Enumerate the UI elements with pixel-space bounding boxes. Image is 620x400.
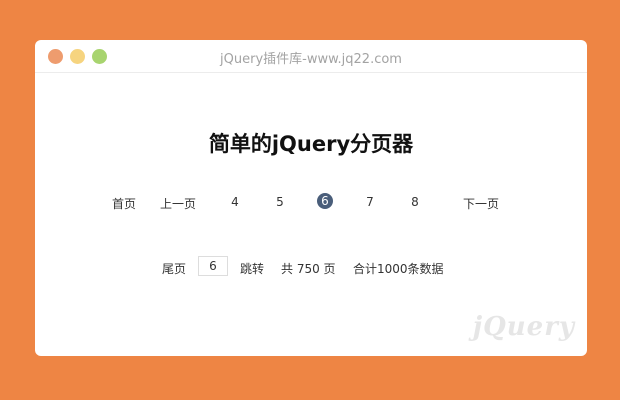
total-pages-text: 共 750 页 [281,262,336,276]
first-page-link[interactable]: 首页 [112,195,136,212]
window-title: jQuery插件库-www.jq22.com [220,52,402,67]
total-records-text: 合计1000条数据 [353,262,444,276]
browser-window: jQuery插件库-www.jq22.com 简单的jQuery分页器 首页 上… [35,40,587,356]
pagination-jump-bar: 尾页 跳转 共 750 页 合计1000条数据 [35,256,587,278]
page-link-4[interactable]: 4 [231,195,239,209]
last-page-link[interactable]: 尾页 [162,260,186,277]
jump-button[interactable]: 跳转 [240,260,264,277]
page-jump-input[interactable] [198,256,228,276]
pagination-bar: 首页 上一页 4 5 6 7 8 下一页 [35,193,587,213]
page-link-5[interactable]: 5 [276,195,284,209]
window-titlebar: jQuery插件库-www.jq22.com [35,40,587,73]
page-link-8[interactable]: 8 [411,195,419,209]
jquery-logo-watermark: jQuery [472,312,575,342]
prev-page-link[interactable]: 上一页 [160,195,196,212]
next-page-link[interactable]: 下一页 [463,195,499,212]
current-page-indicator: 6 [317,193,333,209]
page-title: 简单的jQuery分页器 [208,132,414,156]
page-link-7[interactable]: 7 [366,195,374,209]
